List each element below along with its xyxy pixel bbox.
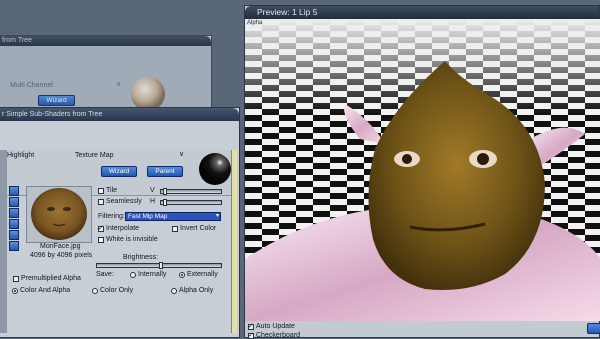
- render-viewport[interactable]: Alpha: [245, 19, 600, 321]
- alpha-only-radio[interactable]: [171, 288, 177, 294]
- tile-checkbox[interactable]: [98, 188, 104, 194]
- tool-button-3[interactable]: [9, 208, 19, 218]
- tool-button-6[interactable]: [9, 241, 19, 251]
- color-only-radio[interactable]: [92, 288, 98, 294]
- texture-filename: MonFace.jpg: [40, 243, 81, 250]
- preview-window: Preview: 1 Lip 5 Alpha ✓ Auto Update ✓ C…: [244, 5, 600, 339]
- shader-preview-sphere-icon: [199, 153, 231, 185]
- filtering-value: Fast Mip Map: [128, 213, 168, 220]
- white-invisible-checkbox[interactable]: [98, 237, 104, 243]
- texture-map-label: Texture Map: [75, 152, 114, 159]
- color-and-alpha-label: Color And Alpha: [20, 287, 71, 294]
- chevron-down-icon: ▾: [215, 213, 219, 219]
- wizard-button[interactable]: Wizard: [101, 166, 137, 177]
- interpolate-label: Interpolate: [106, 225, 140, 232]
- tool-button-1[interactable]: [9, 186, 19, 196]
- seamlessly-label: Seamlessly: [106, 198, 142, 205]
- chevron-down-icon[interactable]: ∨: [116, 80, 121, 88]
- brightness-slider[interactable]: [96, 262, 222, 269]
- premultiplied-alpha-label: Premultiplied Alpha: [21, 275, 81, 282]
- invert-color-label: Invert Color: [180, 225, 217, 232]
- rendered-character-image: [245, 19, 600, 321]
- viewport-corner-label: Alpha: [247, 20, 263, 26]
- texture-dimensions: 4096 by 4096 pixels: [30, 252, 93, 259]
- tool-button-2[interactable]: [9, 197, 19, 207]
- shader-window-title: r Simple Sub-Shaders from Tree: [0, 108, 239, 121]
- color-and-alpha-radio[interactable]: [12, 288, 18, 294]
- tool-button-5[interactable]: [9, 230, 19, 240]
- filtering-label: Filtering:: [98, 213, 125, 220]
- chevron-down-icon[interactable]: ∨: [179, 150, 184, 158]
- brightness-label: Brightness:: [123, 254, 159, 261]
- vertical-scrollbar[interactable]: [231, 150, 237, 333]
- white-invisible-label: White is invisible: [106, 236, 158, 243]
- v-tile-slider[interactable]: [160, 188, 222, 195]
- parent-button[interactable]: Parent: [147, 166, 183, 177]
- v-slider-knob[interactable]: [163, 188, 167, 195]
- interpolate-checkbox[interactable]: [98, 224, 104, 232]
- brightness-slider-knob[interactable]: [159, 262, 163, 269]
- auto-update-label: Auto Update: [256, 323, 295, 330]
- texture-options-panel: Tile V Seamlessly H Filtering: Fast Mip …: [92, 185, 229, 249]
- auto-update-checkbox[interactable]: [248, 322, 254, 330]
- back-window-title: from Tree: [0, 36, 211, 46]
- preview-action-button[interactable]: [587, 323, 600, 334]
- tile-label: Tile: [106, 187, 118, 194]
- texture-thumbnail[interactable]: [26, 186, 92, 243]
- alpha-only-label: Alpha Only: [179, 287, 214, 294]
- multi-channel-label: Multi Channel: [10, 82, 53, 89]
- h-tile-slider[interactable]: [160, 199, 222, 206]
- invert-color-checkbox[interactable]: [172, 226, 178, 232]
- tool-button-4[interactable]: [9, 219, 19, 229]
- color-only-label: Color Only: [100, 287, 134, 294]
- save-internally-radio[interactable]: [130, 272, 136, 278]
- back-wizard-button[interactable]: Wizard: [38, 95, 75, 106]
- v-label: V: [150, 187, 155, 194]
- seamlessly-checkbox[interactable]: [98, 199, 104, 205]
- save-externally-radio[interactable]: [179, 272, 185, 278]
- checkerboard-checkbox[interactable]: [248, 331, 254, 339]
- highlight-label: Highlight: [7, 152, 35, 159]
- h-label: H: [150, 198, 156, 205]
- texture-face-image: [31, 188, 87, 240]
- preview-window-title: Preview: 1 Lip 5: [245, 6, 599, 19]
- save-label: Save:: [96, 271, 114, 278]
- shader-editor-window: r Simple Sub-Shaders from Tree Highlight…: [0, 107, 240, 338]
- internally-label: Internally: [138, 271, 167, 278]
- left-scroll-strip[interactable]: [0, 150, 7, 333]
- externally-label: Externally: [187, 271, 218, 278]
- h-slider-knob[interactable]: [163, 199, 167, 206]
- filtering-select[interactable]: Fast Mip Map ▾: [125, 212, 221, 221]
- premultiplied-alpha-checkbox[interactable]: [13, 276, 19, 282]
